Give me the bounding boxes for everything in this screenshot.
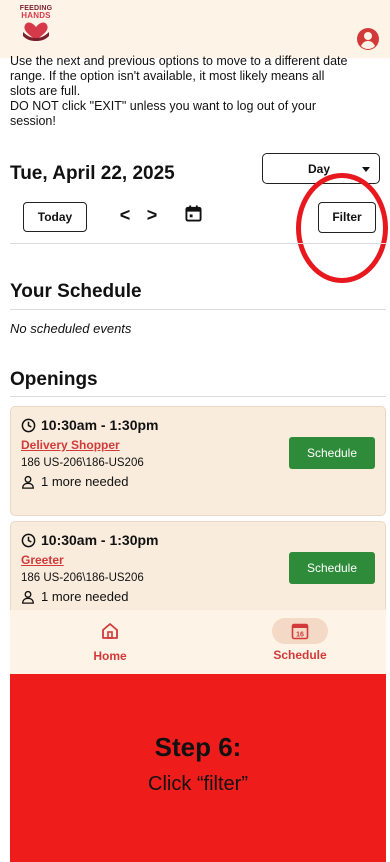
today-button[interactable]: Today bbox=[23, 202, 87, 232]
nav-home[interactable]: Home bbox=[80, 616, 140, 668]
home-icon bbox=[102, 623, 118, 639]
calendar-day-number: 16 bbox=[296, 632, 304, 639]
opening-needed-text: 1 more needed bbox=[41, 589, 129, 604]
opening-role-link[interactable]: Delivery Shopper bbox=[21, 438, 120, 452]
nav-schedule-label: Schedule bbox=[273, 648, 327, 662]
caret-down-icon bbox=[362, 167, 370, 172]
app-header: FEEDING HANDS bbox=[0, 0, 390, 58]
bottom-nav: Home 16 Schedule bbox=[10, 610, 386, 674]
view-select-value: Day bbox=[308, 162, 331, 176]
divider bbox=[10, 396, 386, 397]
feeding-hands-logo[interactable]: FEEDING HANDS bbox=[16, 5, 56, 53]
calendar-icon[interactable] bbox=[185, 205, 202, 222]
current-date: Tue, April 22, 2025 bbox=[10, 163, 175, 184]
next-button[interactable]: > bbox=[142, 206, 162, 226]
instructions-line: DO NOT click "EXIT" unless you want to l… bbox=[10, 99, 316, 113]
instructions-line: slots are full. bbox=[10, 84, 81, 98]
step-banner: Step 6: Click “filter” bbox=[10, 674, 386, 862]
opening-needed: 1 more needed bbox=[21, 474, 128, 489]
no-events-text: No scheduled events bbox=[10, 321, 132, 336]
schedule-button[interactable]: Schedule bbox=[289, 552, 375, 584]
active-tab-pill: 16 bbox=[272, 618, 328, 644]
filter-button[interactable]: Filter bbox=[318, 202, 376, 233]
person-icon bbox=[22, 475, 34, 489]
person-icon bbox=[22, 590, 34, 604]
schedule-button[interactable]: Schedule bbox=[289, 437, 375, 469]
divider bbox=[10, 309, 386, 310]
hands-heart-icon bbox=[23, 22, 49, 41]
calendar-day-icon: 16 bbox=[291, 623, 309, 640]
step-subtitle: Click “filter” bbox=[148, 773, 248, 795]
nav-home-label: Home bbox=[93, 649, 127, 663]
opening-time: 10:30am - 1:30pm bbox=[21, 417, 159, 433]
logo-text-hands: HANDS bbox=[21, 11, 51, 20]
opening-needed: 1 more needed bbox=[21, 589, 128, 604]
instructions-text: Use the next and previous options to mov… bbox=[10, 54, 380, 129]
view-select[interactable]: Day bbox=[262, 153, 380, 184]
opening-card: 10:30am - 1:30pm Delivery Shopper 186 US… bbox=[10, 406, 386, 516]
divider bbox=[10, 243, 386, 244]
your-schedule-title: Your Schedule bbox=[10, 281, 142, 302]
instructions-line: range. If the option isn't available, it… bbox=[10, 69, 325, 83]
step-title: Step 6: bbox=[154, 732, 242, 762]
instructions-line: session! bbox=[10, 114, 56, 128]
previous-button[interactable]: < bbox=[115, 206, 135, 226]
clock-icon bbox=[21, 533, 36, 547]
account-circle-icon[interactable] bbox=[356, 27, 380, 51]
opening-address: 186 US-206\186-US206 bbox=[21, 572, 144, 584]
opening-time-text: 10:30am - 1:30pm bbox=[41, 417, 159, 433]
instructions-line: Use the next and previous options to mov… bbox=[10, 54, 348, 68]
opening-address: 186 US-206\186-US206 bbox=[21, 457, 144, 469]
nav-schedule[interactable]: 16 Schedule bbox=[260, 616, 340, 668]
opening-role-link[interactable]: Greeter bbox=[21, 553, 64, 567]
opening-time: 10:30am - 1:30pm bbox=[21, 532, 159, 548]
opening-needed-text: 1 more needed bbox=[41, 474, 129, 489]
clock-icon bbox=[21, 418, 36, 432]
opening-time-text: 10:30am - 1:30pm bbox=[41, 532, 159, 548]
openings-title: Openings bbox=[10, 369, 98, 390]
